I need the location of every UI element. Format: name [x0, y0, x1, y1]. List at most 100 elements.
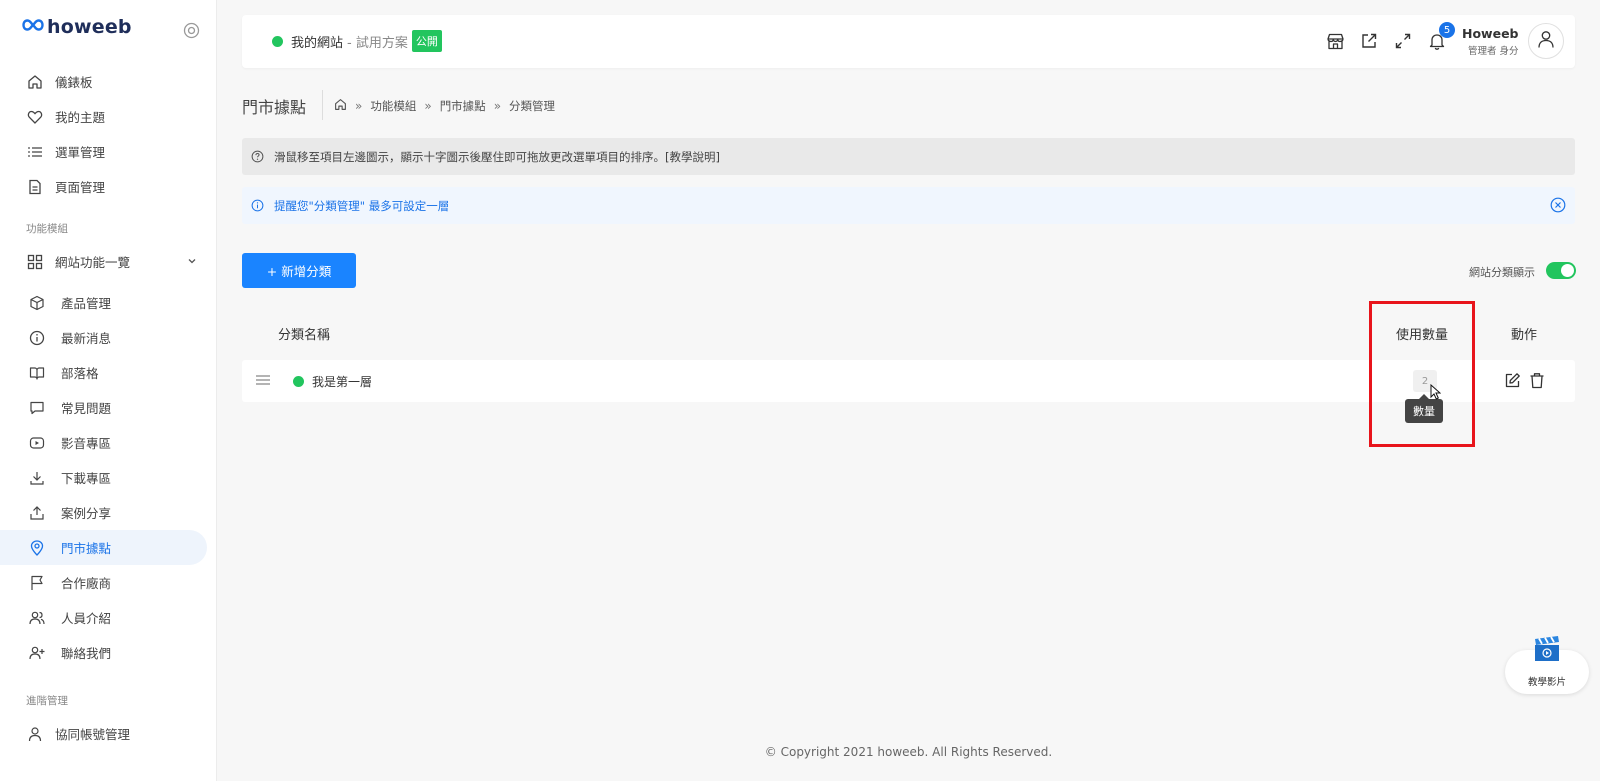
site-plan: - 試用方案: [347, 35, 408, 51]
sidebar-item-downloads[interactable]: 下載專區: [0, 460, 217, 495]
chat-icon: [28, 399, 45, 416]
sidebar-item-products[interactable]: 產品管理: [0, 285, 217, 320]
sidebar-item-label: 網站功能一覽: [55, 255, 131, 270]
sidebar-item-label: 聯絡我們: [61, 646, 112, 661]
sidebar-section-modules: 功能模組: [26, 222, 68, 235]
sidebar-item-label: 產品管理: [61, 296, 112, 311]
trash-icon[interactable]: [1529, 372, 1545, 393]
sidebar-item-label: 我的主題: [55, 110, 106, 125]
share-icon: [28, 504, 45, 521]
breadcrumb-separator-icon: »: [355, 99, 363, 113]
bell-icon[interactable]: 5: [1427, 22, 1455, 51]
clapperboard-icon: [1533, 635, 1561, 663]
avatar[interactable]: [1528, 23, 1564, 59]
sidebar-item-label: 選單管理: [55, 145, 106, 160]
sidebar-item-label: 儀錶板: [55, 75, 93, 90]
chevron-down-icon: [187, 254, 197, 269]
drag-help-text[interactable]: 滑鼠移至項目左邊圖示，顯示十字圖示後壓住即可拖放更改選單項目的排序。[教學說明]: [274, 149, 720, 165]
category-display-label: 網站分類顯示: [1469, 266, 1535, 279]
sidebar-item-video[interactable]: 影音專區: [0, 425, 217, 460]
edit-icon[interactable]: [1504, 372, 1521, 393]
external-link-icon[interactable]: [1359, 31, 1379, 51]
breadcrumb: » 功能模組 » 門市據點 » 分類管理: [334, 98, 555, 114]
page-title: 門市據點: [242, 98, 307, 117]
breadcrumb-item[interactable]: 功能模組: [370, 98, 416, 114]
help-circle-icon: [251, 150, 264, 163]
drag-handle-icon[interactable]: [256, 374, 270, 390]
sidebar-item-themes[interactable]: 我的主題: [0, 99, 217, 134]
sidebar-item-stores[interactable]: 門市據點: [0, 530, 207, 565]
cube-icon: [28, 294, 45, 311]
sidebar-item-label: 案例分享: [61, 506, 112, 521]
layer-limit-notice: 提醒您"分類管理" 最多可設定一層: [242, 187, 1575, 224]
sidebar-item-contact[interactable]: 聯絡我們: [0, 635, 217, 670]
status-dot: [272, 35, 283, 47]
sidebar-item-faq[interactable]: 常見問題: [0, 390, 217, 425]
notification-badge: 5: [1439, 22, 1455, 38]
title-divider: [322, 90, 323, 120]
book-icon: [28, 364, 45, 381]
sidebar-item-label: 頁面管理: [55, 180, 106, 195]
sidebar-nav: 儀錶板 我的主題 選單管理 頁面管理 功能模組 網站功能一覽 產品管理 最新消息…: [0, 64, 217, 751]
breadcrumb-home-icon[interactable]: [334, 98, 347, 114]
layer-limit-text: 提醒您"分類管理" 最多可設定一層: [274, 198, 450, 213]
sidebar-item-modules-group[interactable]: 網站功能一覽: [0, 244, 217, 279]
sidebar-item-label: 影音專區: [61, 436, 112, 451]
breadcrumb-item[interactable]: 門市據點: [440, 98, 486, 114]
category-display-toggle[interactable]: [1546, 262, 1576, 279]
sidebar-item-menu[interactable]: 選單管理: [0, 134, 217, 169]
add-category-button[interactable]: + 新增分類: [242, 253, 356, 288]
sidebar-item-label: 協同帳號管理: [55, 727, 131, 742]
logo[interactable]: howeeb: [22, 16, 132, 38]
breadcrumb-separator-icon: »: [424, 99, 432, 113]
column-header-action: 動作: [1511, 328, 1538, 343]
breadcrumb-separator-icon: »: [493, 99, 502, 113]
breadcrumb-current: 分類管理: [509, 99, 556, 113]
home-icon: [26, 73, 43, 90]
drag-help-notice: 滑鼠移至項目左邊圖示，顯示十字圖示後壓住即可拖放更改選單項目的排序。[教學說明]: [242, 138, 1575, 175]
sidebar-item-team[interactable]: 人員介紹: [0, 600, 217, 635]
highlight-box: [1369, 301, 1475, 447]
expand-icon[interactable]: [1393, 31, 1413, 51]
sidebar-item-partners[interactable]: 合作廠商: [0, 565, 217, 600]
top-bar: 我的網站 - 試用方案 公開 5 Howeeb 管理者 身分: [242, 15, 1575, 68]
footer-copyright: © Copyright 2021 howeeb. All Rights Rese…: [764, 745, 1053, 759]
store-icon[interactable]: [1325, 31, 1345, 51]
close-notice-icon[interactable]: [1550, 197, 1566, 216]
sidebar-item-label: 門市據點: [61, 541, 112, 556]
sidebar-item-pages[interactable]: 頁面管理: [0, 169, 217, 204]
site-name: 我的網站: [291, 35, 344, 51]
map-pin-icon: [28, 539, 45, 556]
user-name: Howeeb: [1462, 26, 1519, 41]
column-header-name: 分類名稱: [278, 328, 331, 343]
brand-name: howeeb: [47, 16, 132, 38]
toggle-knob: [1561, 264, 1574, 277]
document-icon: [26, 178, 43, 195]
sidebar-item-label: 下載專區: [61, 471, 112, 486]
tutorial-label: 教學影片: [1527, 677, 1566, 688]
sidebar-item-blog[interactable]: 部落格: [0, 355, 217, 390]
sidebar-item-dashboard[interactable]: 儀錶板: [0, 64, 217, 99]
users-icon: [28, 609, 45, 626]
sidebar-item-cases[interactable]: 案例分享: [0, 495, 217, 530]
tutorial-video-widget[interactable]: 教學影片: [1505, 632, 1589, 698]
download-icon: [28, 469, 45, 486]
sidebar-item-accounts[interactable]: 協同帳號管理: [0, 716, 217, 751]
top-icons: 5: [1325, 22, 1455, 51]
public-badge: 公開: [411, 30, 442, 52]
sidebar-section-admin: 進階管理: [26, 694, 68, 707]
user-icon: [26, 725, 43, 742]
category-name: 我是第一層: [312, 375, 373, 389]
settings-circle-icon[interactable]: [183, 22, 200, 43]
user-plus-icon: [28, 644, 45, 661]
user-info[interactable]: Howeeb 管理者 身分: [1462, 26, 1519, 57]
site-status: 我的網站 - 試用方案 公開: [272, 30, 442, 52]
sidebar: howeeb 儀錶板 我的主題 選單管理 頁面管理 功能模組 網站功能一覽 產品…: [0, 0, 217, 781]
sidebar-item-news[interactable]: 最新消息: [0, 320, 217, 355]
sidebar-item-label: 常見問題: [61, 401, 112, 416]
sidebar-item-label: 人員介紹: [61, 611, 112, 626]
sidebar-item-label: 部落格: [61, 366, 99, 381]
grid-icon: [26, 253, 43, 270]
infinity-logo-icon: [22, 19, 44, 35]
list-icon: [26, 143, 43, 160]
